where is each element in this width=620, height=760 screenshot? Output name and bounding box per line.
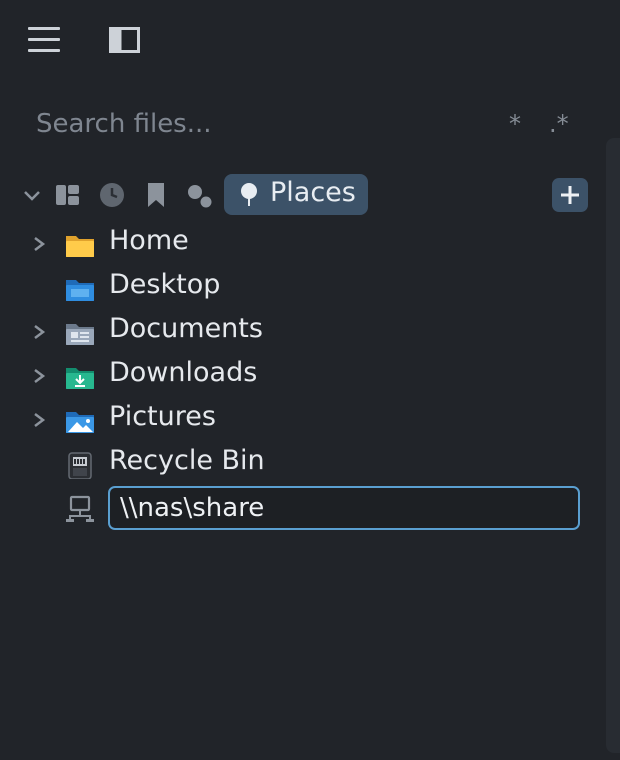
plus-icon xyxy=(561,186,579,204)
chevron-right-icon[interactable] xyxy=(30,367,48,385)
network-drive-icon xyxy=(66,495,94,522)
folder-desktop-icon xyxy=(66,280,94,301)
collapse-button[interactable] xyxy=(22,186,42,206)
place-label: Desktop xyxy=(109,269,221,300)
folder-home-icon xyxy=(66,236,94,257)
sidebar-toggle-button[interactable] xyxy=(109,27,140,53)
place-item-documents[interactable]: Documents xyxy=(0,311,600,355)
place-label: Recycle Bin xyxy=(109,445,265,476)
folder-pictures-icon xyxy=(66,412,94,433)
circles-icon xyxy=(188,185,212,208)
add-place-button[interactable] xyxy=(552,178,588,212)
place-path-input[interactable] xyxy=(108,486,580,530)
folder-downloads-icon xyxy=(66,368,94,389)
tab-bookmarks[interactable] xyxy=(145,181,167,209)
place-item-pictures[interactable]: Pictures xyxy=(0,399,600,443)
chevron-right-icon[interactable] xyxy=(30,411,48,429)
tab-tags[interactable] xyxy=(186,181,214,209)
scrollbar[interactable] xyxy=(606,138,620,753)
sidebar-toggle-icon xyxy=(109,27,140,53)
hamburger-line xyxy=(28,38,60,41)
place-item-home[interactable]: Home xyxy=(0,223,600,267)
chevron-right-icon[interactable] xyxy=(30,235,48,253)
search-input[interactable] xyxy=(22,98,492,150)
place-label: Documents xyxy=(109,313,263,344)
bookmark-icon xyxy=(148,183,164,207)
new-place-row xyxy=(0,487,100,531)
tab-overview[interactable] xyxy=(55,181,81,209)
pin-icon xyxy=(241,183,257,206)
tab-places-label: Places xyxy=(270,177,356,208)
hamburger-icon xyxy=(28,27,60,30)
wildcard-toggle[interactable]: * xyxy=(509,110,521,138)
place-item-recycle-bin[interactable]: Recycle Bin xyxy=(0,443,600,487)
place-item-downloads[interactable]: Downloads xyxy=(0,355,600,399)
menu-button[interactable] xyxy=(28,27,60,53)
folder-documents-icon xyxy=(66,324,94,345)
chevron-down-icon xyxy=(24,191,40,201)
place-item-desktop[interactable]: Desktop xyxy=(0,267,600,311)
regex-toggle[interactable]: .* xyxy=(549,110,569,138)
tab-places[interactable]: Places xyxy=(224,174,368,215)
hamburger-line xyxy=(28,49,60,52)
place-label: Downloads xyxy=(109,357,258,388)
dashboard-icon xyxy=(56,185,79,205)
place-label: Pictures xyxy=(109,401,216,432)
place-label: Home xyxy=(109,225,189,256)
recycle-bin-icon xyxy=(68,452,92,479)
tab-recent[interactable] xyxy=(99,181,125,209)
chevron-right-icon[interactable] xyxy=(30,323,48,341)
clock-icon xyxy=(100,183,124,207)
